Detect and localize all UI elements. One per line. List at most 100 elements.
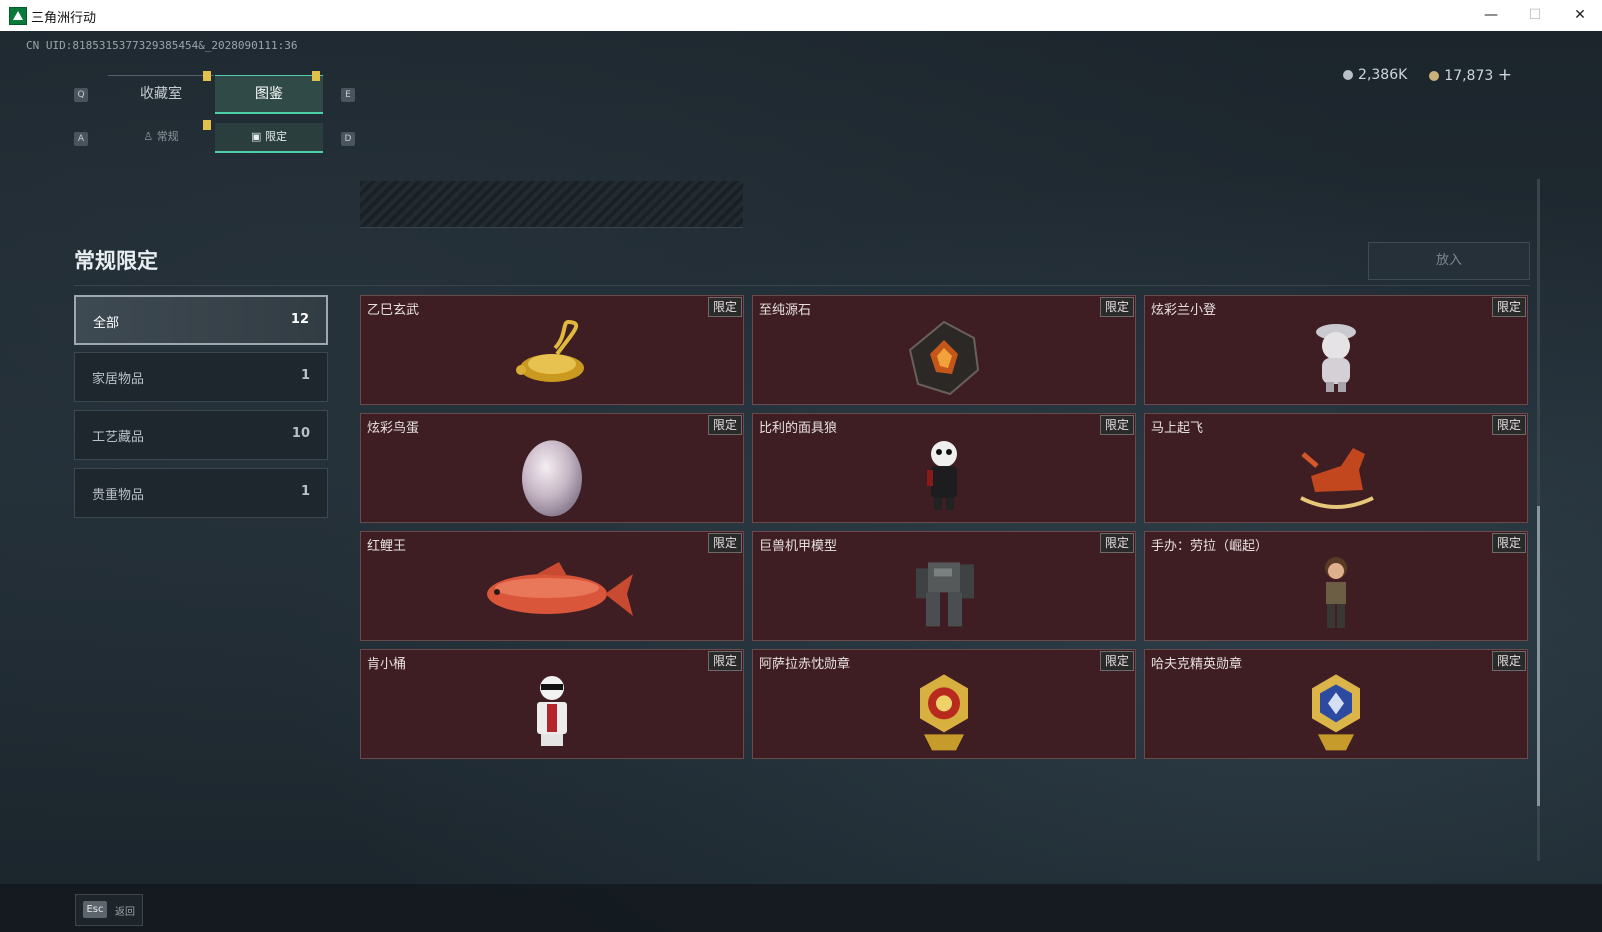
tab-catalog[interactable]: 图鉴 [215,75,323,114]
window-title: 三角洲行动 [31,11,97,26]
item-card[interactable]: 比利的面具狼 限定 [752,413,1136,523]
category-label: 家居物品 [92,372,145,387]
bucket-mascot-icon [537,676,567,746]
banner-placeholder [360,181,743,228]
item-card[interactable]: 哈夫克精英勋章 限定 [1144,649,1528,759]
item-name: 炫彩鸟蛋 [367,421,420,436]
blue-gold-medal-icon [1312,674,1360,751]
new-marker-icon [203,71,211,81]
figure-doll-icon [1316,324,1356,392]
maximize-button[interactable]: ☐ [1520,4,1550,26]
mech-model-icon [916,562,974,627]
item-card[interactable]: 炫彩兰小登 限定 [1144,295,1528,405]
category-label: 工艺藏品 [92,430,145,445]
category-label: 贵重物品 [92,488,145,503]
gold-amount: 17,873 [1444,68,1494,84]
category-label: 全部 [93,316,120,331]
limited-badge: 限定 [707,415,742,435]
scrollbar-thumb[interactable] [1537,506,1540,806]
limited-badge: 限定 [1491,297,1526,317]
gold-currency: 17,873 + [1429,65,1512,85]
category-count: 1 [300,484,310,499]
item-card[interactable]: 肯小桶 限定 [360,649,744,759]
divider [74,285,1530,286]
app-logo-icon [9,7,27,25]
gold-coin-icon [1429,71,1440,81]
new-marker-icon [203,120,211,130]
silver-currency: 2,386K [1343,67,1407,83]
silver-amount: 2,386K [1358,67,1408,83]
subtab-limited-label: 限定 [264,130,287,143]
key-a-hint: A [74,132,88,146]
item-card[interactable]: 红鲤王 限定 [360,531,744,641]
currency-bar: 2,386K 17,873 + [1343,65,1512,85]
key-d-hint: D [341,132,355,146]
uid-label: CN UID:8185315377329385454&_2028090111:3… [26,39,298,52]
category-count: 12 [290,312,309,327]
window-titlebar: 三角洲行动 — ☐ ✕ [0,0,1602,31]
item-name: 乙巳玄武 [367,303,420,318]
bottom-bar: Esc 返回 [0,884,1602,932]
item-card[interactable]: 手办：劳拉（崛起） 限定 [1144,531,1528,641]
item-card[interactable]: 至纯源石 限定 [752,295,1136,405]
item-card[interactable]: 马上起飞 限定 [1144,413,1528,523]
item-name: 炫彩兰小登 [1151,303,1217,318]
item-name: 至纯源石 [759,303,812,318]
limited-badge: 限定 [1491,533,1526,553]
item-name: 肯小桶 [367,657,407,672]
category-all[interactable]: 全部 12 [74,295,328,345]
category-home-items[interactable]: 家居物品 1 [74,352,328,402]
category-valuables[interactable]: 贵重物品 1 [74,468,328,518]
item-name: 手办：劳拉（崛起） [1151,539,1269,554]
rocking-horse-icon [1300,448,1374,509]
put-in-button[interactable]: 放入 [1368,242,1530,280]
item-name: 比利的面具狼 [759,421,838,436]
minimize-button[interactable]: — [1476,4,1506,26]
limited-badge: 限定 [1491,415,1526,435]
back-label: 返回 [115,907,135,918]
back-button[interactable]: Esc 返回 [75,894,143,926]
tab-collection-room[interactable]: 收藏室 [108,75,214,112]
masked-figure-icon [927,441,957,510]
image-icon: ▣ [251,130,262,143]
item-card[interactable]: 阿萨拉赤忱勋章 限定 [752,649,1136,759]
add-currency-button[interactable]: + [1498,65,1512,85]
item-card[interactable]: 乙巳玄武 限定 [360,295,744,405]
subtab-regular-label: 常规 [156,130,179,143]
figure-icon: ♙ [143,130,154,143]
key-e-hint: E [341,88,355,102]
subtab-regular[interactable]: ♙ 常规 [108,123,214,151]
item-card[interactable]: 炫彩鸟蛋 限定 [360,413,744,523]
category-craft-collectibles[interactable]: 工艺藏品 10 [74,410,328,460]
limited-badge: 限定 [707,297,742,317]
red-gold-medal-icon [920,674,968,751]
red-carp-icon [487,562,633,616]
new-marker-icon [312,71,320,81]
item-name: 阿萨拉赤忱勋章 [759,657,851,672]
section-title: 常规限定 [74,249,158,273]
item-name: 哈夫克精英勋章 [1151,657,1243,672]
pearl-egg-icon [522,440,582,517]
limited-badge: 限定 [707,651,742,671]
limited-badge: 限定 [1099,651,1134,671]
game-viewport: CN UID:8185315377329385454&_2028090111:3… [0,31,1602,932]
item-name: 红鲤王 [367,539,407,554]
gold-turtle-snake-icon [516,320,584,382]
item-card[interactable]: 巨兽机甲模型 限定 [752,531,1136,641]
esc-key-icon: Esc [83,901,107,918]
limited-badge: 限定 [1099,533,1134,553]
subtab-limited[interactable]: ▣ 限定 [215,123,323,153]
close-button[interactable]: ✕ [1565,4,1595,26]
item-name: 巨兽机甲模型 [759,539,838,554]
limited-badge: 限定 [707,533,742,553]
limited-badge: 限定 [1099,297,1134,317]
glowing-stone-icon [908,320,980,396]
category-count: 10 [291,426,310,441]
limited-badge: 限定 [1491,651,1526,671]
key-q-hint: Q [74,88,88,102]
lara-figure-icon [1325,557,1347,628]
category-count: 1 [300,368,310,383]
limited-badge: 限定 [1099,415,1134,435]
item-name: 马上起飞 [1151,421,1204,436]
silver-coin-icon [1343,70,1354,80]
